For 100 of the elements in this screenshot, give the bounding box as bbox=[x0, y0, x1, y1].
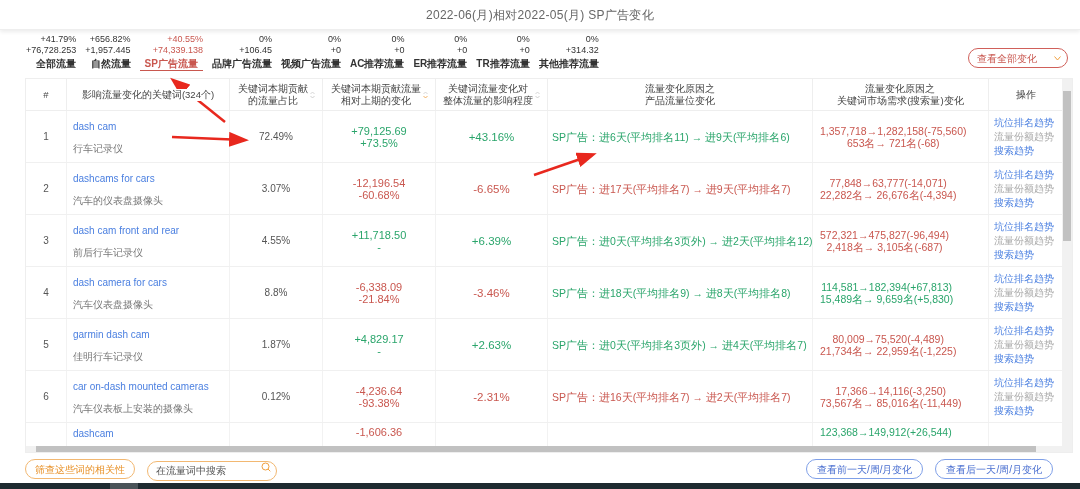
action-link: 流量份额趋势 bbox=[994, 338, 1054, 351]
row-number: 2 bbox=[43, 182, 49, 196]
row-number: 6 bbox=[43, 390, 49, 404]
action-link[interactable]: 搜索趋势 bbox=[994, 404, 1034, 417]
column-header: 关键词本期贡献 的流量占比 bbox=[237, 82, 308, 107]
table-cell-text: 3.07% bbox=[261, 182, 291, 196]
column-header: 关键词本期贡献流量 相对上期的变化 bbox=[330, 82, 421, 107]
keyword-translation: 佳明行车记录仪 bbox=[73, 350, 143, 364]
value-change: +76,728.253 bbox=[26, 45, 77, 56]
table-cell: SP广告：进17天(平均排名7) → 进9天(平均排名7) bbox=[552, 182, 791, 195]
table-cell-text: 1.87% bbox=[261, 338, 291, 352]
table-cell: SP广告：进16天(平均排名7) → 进2天(平均排名7) bbox=[552, 390, 791, 403]
column-header: 流量变化原因之 关键词市场需求(搜索量)变化 bbox=[837, 82, 964, 107]
percent-change: +656.82% bbox=[89, 34, 131, 45]
table-cell: -6.65% bbox=[473, 182, 510, 195]
action-link[interactable]: 坑位排名趋势 bbox=[994, 324, 1054, 337]
table-cell: +4,829.17 - bbox=[354, 332, 404, 357]
value-change: +1,957.445 bbox=[85, 45, 131, 56]
table-cell: -4,236.64 -93.38% bbox=[355, 384, 403, 409]
action-link[interactable]: 坑位排名趋势 bbox=[994, 272, 1054, 285]
table-cell-text: 0.12% bbox=[261, 390, 291, 404]
annotation-arrow bbox=[533, 152, 597, 177]
action-link: 流量份额趋势 bbox=[994, 286, 1054, 299]
keyword-translation: 前后行车记录仪 bbox=[73, 246, 143, 260]
table-cell: -3.46% bbox=[473, 286, 510, 299]
column-header: 关键词流量变化对 整体流量的影响程度 bbox=[443, 82, 533, 107]
sort-icon[interactable] bbox=[422, 90, 428, 99]
traffic-tab[interactable]: 视频广告流量 bbox=[280, 57, 341, 71]
keyword-translation: 汽车仪表板上安装的摄像头 bbox=[73, 402, 193, 416]
table-cell: 77,848→63,777(-14,071) 22,282名→ 26,676名(-4,394) bbox=[820, 176, 957, 201]
percent-change: 0% bbox=[391, 34, 405, 45]
keyword-link[interactable]: dashcams for cars bbox=[73, 171, 155, 186]
table-cell-text: 8.8% bbox=[264, 286, 288, 300]
table-cell: 17,366→14,116(-3,250) 73,567名→ 85,016名(-11,449) bbox=[820, 384, 962, 409]
action-link: 流量份额趋势 bbox=[994, 182, 1054, 195]
traffic-tab[interactable]: TR推荐流量 bbox=[476, 57, 530, 71]
value-change: +0 bbox=[330, 45, 341, 56]
vertical-scrollbar[interactable] bbox=[1062, 79, 1072, 446]
value-change: +0 bbox=[457, 45, 468, 56]
search-field[interactable]: 在流量词中搜索 bbox=[147, 460, 277, 481]
action-link[interactable]: 坑位排名趋势 bbox=[994, 168, 1054, 181]
action-link: 流量份额趋势 bbox=[994, 130, 1054, 143]
row-number: 5 bbox=[43, 338, 49, 352]
table-cell: 114,581→182,394(+67,813) 15,489名→ 9,659名(+5,830) bbox=[820, 280, 954, 305]
percent-change: 0% bbox=[327, 34, 341, 45]
percent-change: +40.55% bbox=[167, 34, 203, 45]
action-link[interactable]: 搜索趋势 bbox=[994, 300, 1034, 313]
table-cell: -6,338.09 -21.84% bbox=[355, 280, 403, 305]
column-header: 流量变化原因之 产品流量位变化 bbox=[645, 82, 715, 107]
row-number: 1 bbox=[43, 130, 49, 144]
traffic-tab[interactable]: 品牌广告流量 bbox=[211, 57, 272, 71]
keyword-link[interactable]: garmin dash cam bbox=[73, 327, 150, 342]
table-cell: -12,196.54 -60.68% bbox=[352, 176, 406, 201]
keyword-link[interactable]: dash cam front and rear bbox=[73, 223, 180, 238]
table-cell: -2.31% bbox=[473, 390, 510, 403]
traffic-tab[interactable]: ER推荐流量 bbox=[413, 57, 468, 71]
keyword-link[interactable]: dash cam bbox=[73, 119, 117, 134]
table-cell: SP广告：进6天(平均排名11) → 进9天(平均排名6) bbox=[552, 130, 790, 143]
sort-icon[interactable] bbox=[309, 90, 315, 99]
value-change: +74,339.138 bbox=[152, 45, 203, 56]
action-link[interactable]: 坑位排名趋势 bbox=[994, 220, 1054, 233]
percent-change: 0% bbox=[585, 34, 599, 45]
value-change: +0 bbox=[394, 45, 405, 56]
caret-icon bbox=[1054, 55, 1061, 61]
action-link: 流量份额趋势 bbox=[994, 234, 1054, 247]
action-link[interactable]: 搜索趋势 bbox=[994, 144, 1034, 157]
table-cell: SP广告：进0天(平均排名3页外) → 进2天(平均排名12) bbox=[552, 234, 813, 247]
traffic-tab[interactable]: AC推荐流量 bbox=[349, 57, 405, 71]
horizontal-scrollbar[interactable] bbox=[26, 446, 1072, 452]
keyword-translation: 汽车仪表盘摄像头 bbox=[73, 298, 153, 312]
keyword-link[interactable]: dashcam bbox=[73, 426, 114, 441]
table-cell: SP广告：进18天(平均排名9) → 进8天(平均排名8) bbox=[552, 286, 791, 299]
table-cell: +6.39% bbox=[471, 234, 512, 247]
action-link[interactable]: 坑位排名趋势 bbox=[994, 376, 1054, 389]
keyword-translation: 行车记录仪 bbox=[73, 142, 123, 156]
table-cell: +43.16% bbox=[468, 130, 515, 143]
table-cell: +2.63% bbox=[471, 338, 512, 351]
sort-icon[interactable] bbox=[535, 90, 540, 99]
action-link[interactable]: 搜索趋势 bbox=[994, 352, 1034, 365]
action-link[interactable]: 坑位排名趋势 bbox=[994, 116, 1054, 129]
action-link[interactable]: 搜索趋势 bbox=[994, 248, 1034, 261]
keyword-link[interactable]: dash camera for cars bbox=[73, 275, 167, 290]
table-cell: -1,606.36 bbox=[355, 426, 403, 438]
traffic-tab[interactable]: 全部流量 bbox=[36, 57, 77, 71]
table-cell: 572,321→475,827(-96,494) 2,418名→ 3,105名(-687) bbox=[820, 228, 949, 253]
search-icon bbox=[261, 462, 271, 472]
table-cell: 1,357,718→1,282,158(-75,560) 653名→ 721名(-68) bbox=[820, 124, 967, 149]
table-cell-text: 4.55% bbox=[261, 234, 291, 248]
table-cell-text: 72.49% bbox=[259, 130, 293, 144]
percent-change: 0% bbox=[516, 34, 530, 45]
traffic-tab[interactable]: SP广告流量 bbox=[139, 57, 203, 71]
traffic-tab[interactable]: 自然流量 bbox=[90, 57, 131, 71]
table-cell: +11,718.50 - bbox=[351, 228, 407, 253]
window-title: 2022-06(月)相对2022-05(月) SP广告变化 bbox=[425, 6, 655, 24]
value-change: +106.45 bbox=[239, 45, 272, 56]
action-link[interactable]: 搜索趋势 bbox=[994, 196, 1034, 209]
percent-change: 0% bbox=[454, 34, 468, 45]
keyword-link[interactable]: car on-dash mounted cameras bbox=[73, 379, 209, 394]
traffic-tab[interactable]: 其他推荐流量 bbox=[538, 57, 599, 71]
value-change: +0 bbox=[519, 45, 530, 56]
